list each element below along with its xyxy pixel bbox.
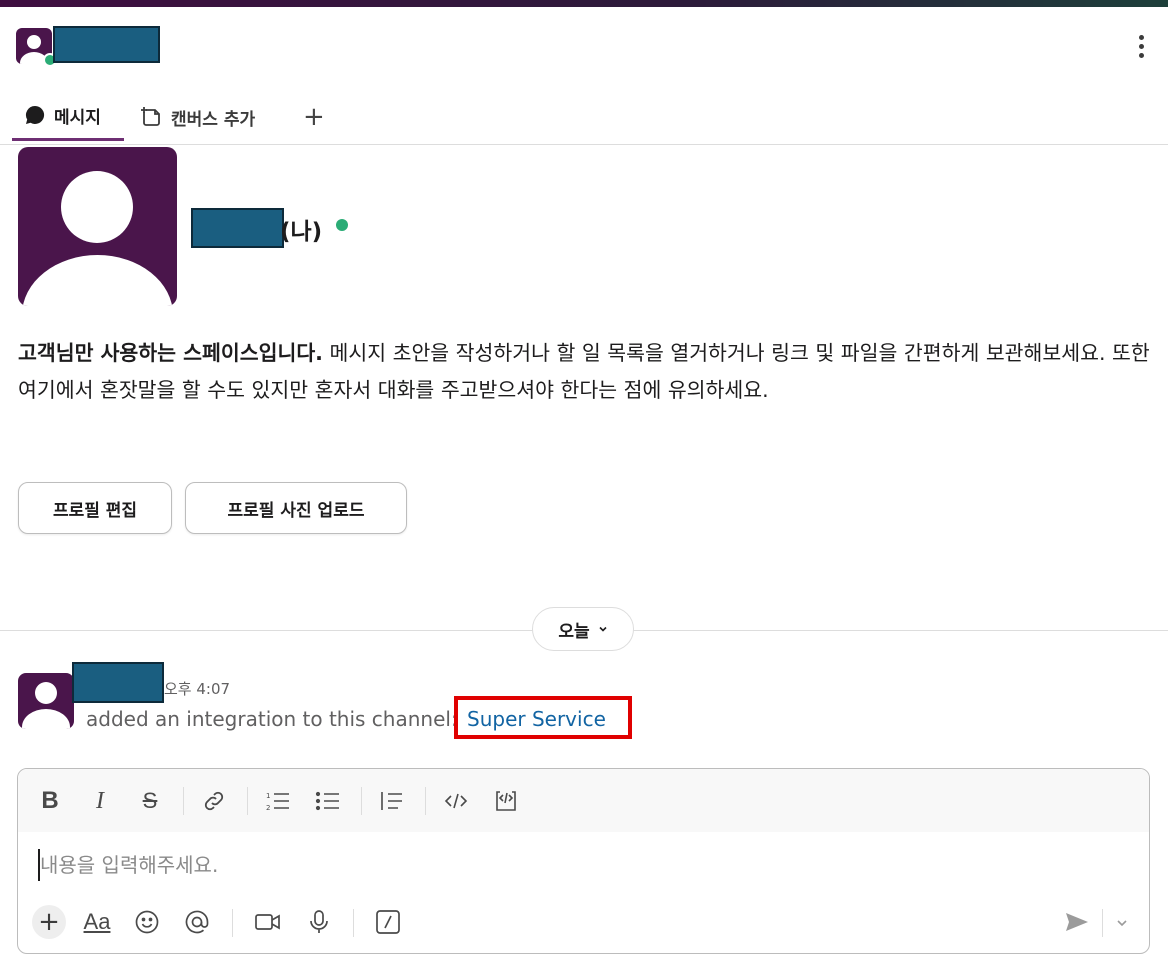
bullet-list-icon[interactable] xyxy=(314,787,342,815)
slash-command-icon[interactable] xyxy=(373,907,403,937)
message-input[interactable] xyxy=(38,849,1092,881)
italic-icon[interactable]: I xyxy=(86,787,114,815)
redacted-display-name xyxy=(191,208,284,248)
message-timestamp[interactable]: 오후 4:07 xyxy=(164,678,230,699)
highlight-box xyxy=(454,696,632,739)
emoji-icon[interactable] xyxy=(132,907,162,937)
add-tab-button[interactable]: + xyxy=(303,92,325,142)
send-options-icon[interactable] xyxy=(1110,909,1134,937)
code-block-icon[interactable] xyxy=(492,787,520,815)
message-text: added an integration to this channel: xyxy=(86,707,458,731)
upload-profile-photo-button[interactable]: 프로필 사진 업로드 xyxy=(185,482,407,534)
plus-icon[interactable]: + xyxy=(32,905,66,939)
link-icon[interactable] xyxy=(200,787,228,815)
plus-icon: + xyxy=(303,102,325,132)
svg-text:2: 2 xyxy=(266,804,270,812)
redacted-sender-name xyxy=(72,662,164,703)
microphone-icon[interactable] xyxy=(304,907,334,937)
redacted-username xyxy=(53,26,160,63)
send-icon[interactable] xyxy=(1062,907,1092,937)
mention-icon[interactable] xyxy=(182,907,212,937)
intro-text: 고객님만 사용하는 스페이스입니다. 메시지 초안을 작성하거나 할 일 목록을… xyxy=(18,335,1150,409)
tab-bar: 메시지 캔버스 추가 + xyxy=(0,92,1168,145)
intro-bold-text: 고객님만 사용하는 스페이스입니다. xyxy=(18,341,323,365)
blockquote-icon[interactable] xyxy=(378,787,406,815)
day-label: 오늘 xyxy=(558,621,590,642)
me-label: (나) xyxy=(280,219,323,245)
tab-messages[interactable]: 메시지 xyxy=(12,92,124,141)
chevron-down-icon xyxy=(599,626,607,632)
window-top-bar xyxy=(0,0,1168,7)
day-jump-button[interactable]: 오늘 xyxy=(532,607,634,651)
profile-avatar-large[interactable] xyxy=(18,147,177,306)
presence-indicator xyxy=(336,219,348,231)
more-options-icon[interactable] xyxy=(1131,32,1151,62)
message-avatar[interactable] xyxy=(18,673,74,729)
bold-icon[interactable]: B xyxy=(36,787,64,815)
tab-messages-label: 메시지 xyxy=(54,107,101,128)
canvas-icon xyxy=(141,107,160,126)
tab-add-canvas[interactable]: 캔버스 추가 xyxy=(141,92,255,142)
code-icon[interactable] xyxy=(442,787,470,815)
tab-add-canvas-label: 캔버스 추가 xyxy=(171,109,256,130)
message-composer: B I S 12 + Aa xyxy=(17,768,1150,954)
format-text-icon[interactable]: Aa xyxy=(80,907,114,937)
strikethrough-icon[interactable]: S xyxy=(136,787,164,815)
formatting-toolbar: B I S 12 xyxy=(18,769,1149,832)
ordered-list-icon[interactable]: 12 xyxy=(264,787,292,815)
edit-profile-button[interactable]: 프로필 편집 xyxy=(18,482,172,534)
message-bubble-icon xyxy=(25,105,45,124)
svg-text:1: 1 xyxy=(266,792,270,800)
video-icon[interactable] xyxy=(252,907,284,937)
